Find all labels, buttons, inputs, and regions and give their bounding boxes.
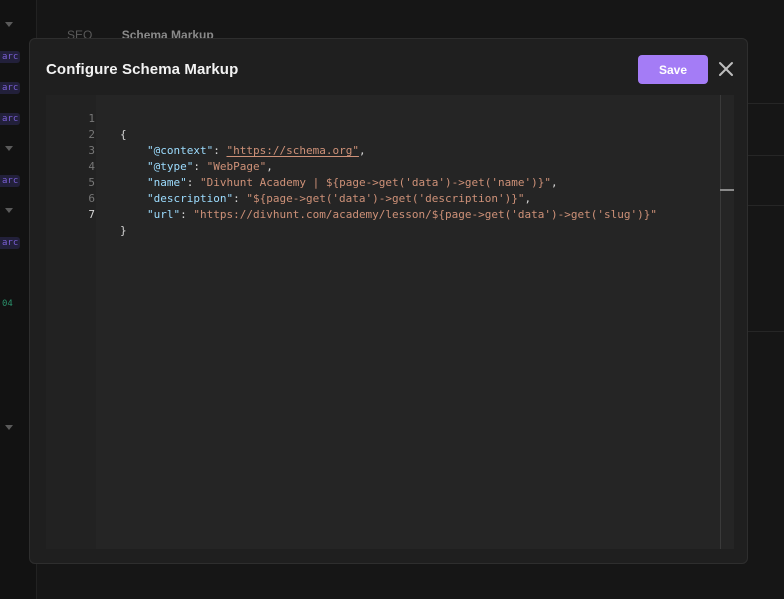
editor-scrollbar[interactable] [720, 95, 734, 549]
code-text: } [120, 224, 127, 237]
json-value: "https://schema.org" [226, 144, 359, 157]
code-line[interactable]: 2 "@context": "https://schema.org", [46, 111, 365, 157]
background-badge: arc [0, 237, 21, 249]
code-line[interactable]: 7 } [46, 191, 126, 237]
background-divider [748, 205, 784, 206]
json-key: "@context" [147, 144, 214, 157]
line-number: 7 [88, 208, 95, 221]
background-badge: arc [0, 82, 21, 94]
json-value: "https://divhunt.com/academy/lesson/${pa… [193, 208, 657, 221]
schema-markup-modal: Configure Schema Markup Save 1 { 2 "@con… [29, 38, 748, 564]
json-key: "name" [147, 176, 187, 189]
background-divider [748, 331, 784, 332]
code-line[interactable]: 5 "description": "${page->get('data')->g… [46, 159, 531, 205]
json-key: "description" [147, 192, 234, 205]
background-badge: arc [0, 175, 21, 187]
json-key: "@type" [147, 160, 194, 173]
code-line[interactable]: 1 { [46, 95, 126, 141]
code-text: { [120, 128, 127, 141]
caret-down-icon [5, 425, 13, 430]
code-editor[interactable]: 1 { 2 "@context": "https://schema.org", … [46, 95, 734, 549]
background-badge: arc [0, 113, 21, 125]
background-divider [748, 103, 784, 104]
json-key: "url" [147, 208, 181, 221]
background-badge: 04 [2, 299, 13, 309]
scrollbar-position-marker [720, 189, 734, 191]
code-line[interactable]: 3 "@type": "WebPage", [46, 127, 272, 173]
modal-title: Configure Schema Markup [46, 61, 239, 78]
json-value: "${page->get('data')->get('description')… [246, 192, 525, 205]
background-divider [748, 155, 784, 156]
save-button[interactable]: Save [638, 55, 708, 84]
code-line[interactable]: 6 "url": "https://divhunt.com/academy/le… [46, 175, 657, 221]
caret-down-icon [5, 22, 13, 27]
json-value: "Divhunt Academy | ${page->get('data')->… [200, 176, 551, 189]
json-value: "WebPage" [206, 160, 267, 173]
background-badge: arc [0, 51, 21, 63]
close-icon[interactable] [716, 59, 736, 79]
caret-down-icon [5, 208, 13, 213]
caret-down-icon [5, 146, 13, 151]
code-line[interactable]: 4 "name": "Divhunt Academy | ${page->get… [46, 143, 557, 189]
